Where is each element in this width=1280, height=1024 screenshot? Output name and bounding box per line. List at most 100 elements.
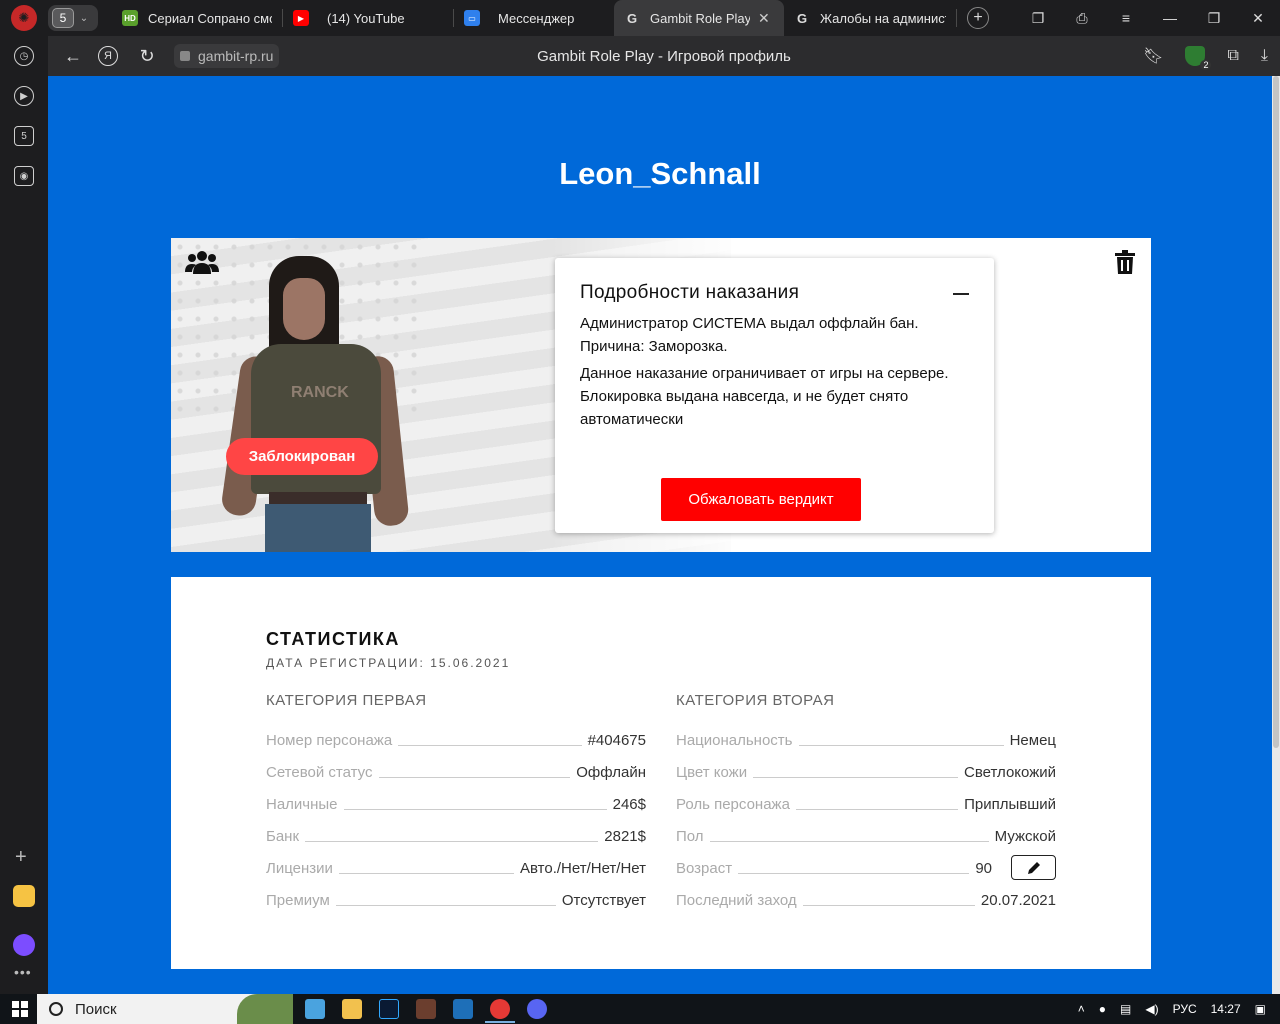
browser-tab-bar: ✺ 5 ⌄ HD Сериал Сопрано смотреть онлайн … (0, 0, 1280, 36)
screenshot-camera-icon[interactable]: ◉ (14, 166, 34, 186)
photoshop-icon[interactable] (379, 999, 399, 1019)
statistics-card: СТАТИСТИКА ДАТА РЕГИСТРАЦИИ: 15.06.2021 … (171, 577, 1151, 969)
url-field[interactable]: gambit-rp.ru (174, 44, 280, 68)
stat-row-network-status: Сетевой статус Оффлайн (266, 761, 646, 781)
stat-label: Премиум (266, 892, 330, 909)
stat-value: 2821$ (604, 828, 646, 845)
group-users-icon[interactable] (185, 250, 219, 274)
new-tab-plus-icon[interactable]: + (967, 7, 989, 29)
stat-label: Последний заход (676, 892, 797, 909)
close-window-icon[interactable]: ✕ (1236, 10, 1280, 27)
video-play-icon[interactable]: ▶ (14, 86, 34, 106)
edit-age-button[interactable] (1011, 855, 1056, 880)
collections-icon[interactable]: ❐ (1016, 10, 1060, 27)
stat-label: Возраст (676, 860, 733, 877)
reload-icon[interactable]: ↻ (136, 45, 158, 67)
stat-label: Цвет кожи (676, 764, 748, 781)
tab-title: (14) YouTube (327, 10, 405, 26)
active-app-indicator (485, 1021, 515, 1023)
notifications-icon[interactable]: ▣ (1255, 1002, 1266, 1016)
language-indicator[interactable]: РУС (1173, 1002, 1197, 1016)
punishment-details-panel: Подробности наказания Администратор СИСТ… (555, 258, 994, 533)
volume-icon[interactable]: ◀) (1145, 1002, 1158, 1016)
punishment-reason-line: Причина: Заморозка. (580, 338, 728, 355)
tab-divider (956, 9, 957, 27)
tabs-count-icon[interactable]: 5 (14, 126, 34, 146)
stat-value: Мужской (994, 828, 1056, 845)
microphone-icon[interactable]: ● (1099, 1002, 1106, 1016)
stat-row-cash: Наличные 246$ (266, 793, 646, 813)
notes-app-icon[interactable] (13, 885, 35, 907)
menu-hamburger-icon[interactable]: ≡ (1104, 10, 1148, 26)
stat-value: #404675 (587, 732, 646, 749)
collapse-minus-icon[interactable] (953, 293, 969, 295)
tab-sopranos[interactable]: HD Сериал Сопрано смотреть онлайн (112, 0, 282, 36)
gambit-g-icon: G (626, 10, 638, 26)
stat-row-last-login: Последний заход 20.07.2021 (676, 889, 1056, 909)
protect-shield-icon[interactable]: 2 (1185, 46, 1212, 70)
stat-row-gender: Пол Мужской (676, 825, 1056, 845)
yandex-browser-logo-icon[interactable]: ✺ (11, 5, 37, 31)
network-icon[interactable]: ▤ (1120, 1002, 1131, 1016)
bookmark-icon[interactable]: 🔖︎ (1143, 46, 1163, 66)
appeal-verdict-button[interactable]: Обжаловать вердикт (661, 478, 861, 521)
tab-gambit-profile[interactable]: G Gambit Role Play - Игровой профиль ✕ (614, 0, 784, 36)
window-app-icon[interactable] (453, 999, 473, 1019)
file-explorer-icon[interactable] (342, 999, 362, 1019)
blocked-status-badge: Заблокирован (226, 438, 378, 475)
stat-label: Роль персонажа (676, 796, 790, 813)
tray-chevron-up-icon[interactable]: ˄ (1078, 1002, 1085, 1016)
extensions-icon[interactable]: ⧉ (1227, 47, 1238, 65)
player-name-heading: Leon_Schnall (559, 156, 761, 191)
discord-icon[interactable] (527, 999, 547, 1019)
page-scrollbar[interactable] (1272, 76, 1280, 994)
search-label: Поиск (75, 1000, 117, 1018)
stat-value: Оффлайн (576, 764, 646, 781)
stat-row-age: Возраст 90 (676, 857, 992, 877)
minimize-icon[interactable]: — (1148, 10, 1192, 26)
tab-title: Жалобы на администрацию (820, 10, 946, 26)
messenger-icon: ▭ (464, 10, 480, 26)
stat-value: Приплывший (964, 796, 1056, 813)
stat-value: 246$ (612, 796, 646, 813)
stat-label: Сетевой статус (266, 764, 373, 781)
tab-title: Сериал Сопрано смотреть онлайн (148, 10, 272, 26)
chevron-down-icon: ⌄ (79, 12, 89, 24)
window-controls: ❐ ⎙ ≡ — ❐ ✕ (1016, 0, 1280, 36)
tab-messenger[interactable]: ▭ Мессенджер (454, 0, 614, 36)
history-clock-icon[interactable]: ◷ (14, 46, 34, 66)
stat-row-skin-color: Цвет кожи Светлокожий (676, 761, 1056, 781)
restore-icon[interactable]: ❐ (1192, 10, 1236, 27)
stat-label: Банк (266, 828, 300, 845)
close-tab-icon[interactable]: ✕ (758, 10, 770, 27)
clock-time[interactable]: 14:27 (1211, 1002, 1241, 1016)
bookmark-panel-icon[interactable]: ⎙ (1060, 10, 1104, 27)
trash-icon[interactable] (1115, 250, 1135, 274)
stat-label: Лицензии (266, 860, 333, 877)
scrollbar-thumb[interactable] (1273, 76, 1279, 748)
yandex-taskbar-icon[interactable] (490, 999, 510, 1019)
tab-complaints[interactable]: G Жалобы на администрацию (784, 0, 956, 36)
windows-start-icon[interactable] (12, 1001, 28, 1017)
more-dots-icon[interactable]: ••• (14, 964, 32, 980)
game-app-icon[interactable] (416, 999, 436, 1019)
stat-row-character-number: Номер персонажа #404675 (266, 729, 646, 749)
stat-value: Светлокожий (964, 764, 1056, 781)
tab-youtube[interactable]: ▶ (14) YouTube (283, 0, 453, 36)
tab-groups-button[interactable]: 5 ⌄ (48, 5, 98, 31)
alice-assistant-icon[interactable] (13, 934, 35, 956)
pencil-icon (1027, 861, 1040, 874)
stat-row-nationality: Национальность Немец (676, 729, 1056, 749)
stat-value: 20.07.2021 (980, 892, 1056, 909)
punishment-title: Подробности наказания (580, 282, 800, 303)
yandex-button-icon[interactable]: Я (98, 46, 118, 66)
add-panel-plus-icon[interactable]: + (15, 846, 27, 869)
download-icon[interactable]: ⤓ (1261, 47, 1268, 65)
back-arrow-icon[interactable]: ← (62, 45, 84, 67)
network-app-icon[interactable] (305, 999, 325, 1019)
stat-row-premium: Премиум Отсутствует (266, 889, 646, 909)
browser-sidebar: ◷ ▶ 5 ◉ + ••• (0, 36, 48, 994)
character-skin-image (220, 256, 411, 552)
taskbar-search[interactable]: Поиск (37, 994, 293, 1024)
category-second-title: КАТЕГОРИЯ ВТОРАЯ (676, 692, 835, 709)
